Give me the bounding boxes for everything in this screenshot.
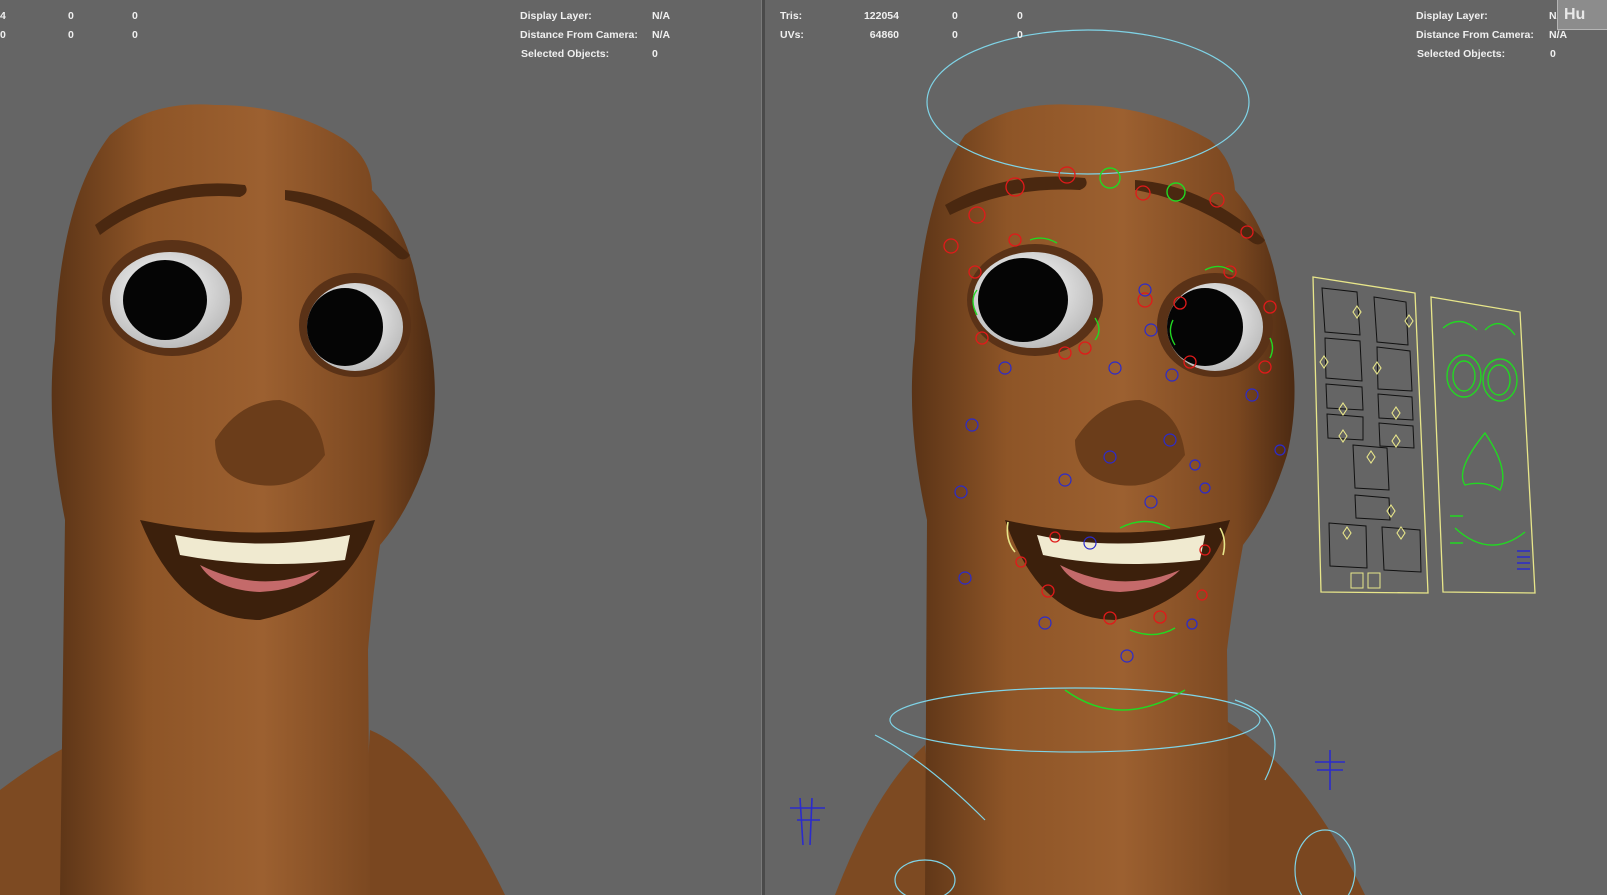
poly-row-0: 4 xyxy=(0,10,6,22)
right-arm-shape xyxy=(1220,720,1365,895)
character-rig-render-right xyxy=(790,29,1536,895)
uvs-value: 64860 xyxy=(869,29,899,41)
display-layer-label: Display Layer: xyxy=(1416,10,1488,22)
viewport-right[interactable]: Tris: 122054 0 0 UVs: 64860 0 0 Display … xyxy=(765,0,1607,895)
poly-value: 4 xyxy=(0,10,6,22)
right-arm-shape xyxy=(360,730,505,895)
poly-row-1: 0 xyxy=(0,29,6,41)
pupil-right xyxy=(1167,288,1243,366)
locator-cross-left[interactable] xyxy=(790,797,825,846)
panel-toggle-a[interactable] xyxy=(1350,572,1364,589)
maya-editor: 4 0 0 0 0 0 Display Layer: N/A Distance … xyxy=(0,0,1607,895)
display-layer-label: Display Layer: xyxy=(520,10,592,22)
pupil-left xyxy=(978,258,1068,342)
tris-col2: 0 xyxy=(952,10,958,22)
character-render-left xyxy=(0,104,505,895)
view-cube-corner[interactable]: Hu xyxy=(1557,0,1607,30)
selected-objects-label: Selected Objects: xyxy=(1417,48,1506,60)
selected-objects-label: Selected Objects: xyxy=(521,48,610,60)
face-ui-panel[interactable] xyxy=(1312,276,1536,594)
locator-cross-right[interactable] xyxy=(1315,750,1345,790)
distance-value: N/A xyxy=(1549,29,1568,41)
tris-value: 122054 xyxy=(863,10,899,22)
selected-objects-value: 0 xyxy=(1550,48,1556,60)
uvs-col3: 0 xyxy=(1017,29,1023,41)
distance-value: N/A xyxy=(652,29,671,41)
distance-label: Distance From Camera: xyxy=(520,29,638,41)
left-arm-shape xyxy=(835,745,940,895)
poly-col3-1: 0 xyxy=(132,29,138,41)
panel-slider-handles[interactable] xyxy=(1319,305,1414,540)
poly-col3-0: 0 xyxy=(132,10,138,22)
panel-right-frame xyxy=(1430,296,1536,594)
tris-label: Tris: xyxy=(780,10,803,22)
uvs-col2: 0 xyxy=(952,29,958,41)
poly-col2-0: 0 xyxy=(68,10,74,22)
panel-face-diagram[interactable] xyxy=(1442,320,1526,546)
pupil-right xyxy=(307,288,383,366)
poly-col2-1: 0 xyxy=(68,29,74,41)
display-layer-value: N/A xyxy=(652,10,671,22)
viewport-left[interactable]: 4 0 0 0 0 0 Display Layer: N/A Distance … xyxy=(0,0,761,895)
panel-menu-lines[interactable] xyxy=(1517,550,1530,570)
panel-slider-boxes[interactable] xyxy=(1321,287,1422,573)
selected-objects-value: 0 xyxy=(652,48,658,60)
panel-toggle-b[interactable] xyxy=(1367,572,1381,589)
tris-col3: 0 xyxy=(1017,10,1023,22)
distance-label: Distance From Camera: xyxy=(1416,29,1534,41)
uvs-label: UVs: xyxy=(780,29,804,41)
pupil-left xyxy=(123,260,207,340)
